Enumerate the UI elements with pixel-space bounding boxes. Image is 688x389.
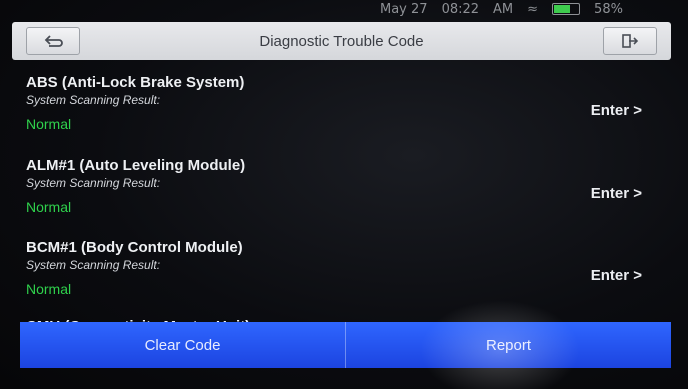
status-date: May 27 [380, 1, 428, 17]
system-item-alm1[interactable]: ALM#1 (Auto Leveling Module) System Scan… [26, 157, 646, 215]
page-title: Diagnostic Trouble Code [259, 32, 424, 50]
device-screen: May 27 08:22 AM ≈ 58% Diagnostic Trouble… [0, 0, 688, 389]
wifi-icon: ≈ [527, 1, 539, 17]
back-arrow-icon [44, 35, 63, 47]
enter-button[interactable]: Enter > [591, 185, 642, 202]
enter-button[interactable]: Enter > [591, 267, 642, 284]
system-name: ABS (Anti-Lock Brake System) [26, 74, 245, 91]
system-name: ALM#1 (Auto Leveling Module) [26, 157, 246, 174]
scan-result-label: System Scanning Result: [26, 93, 161, 107]
scan-result-status: Normal [26, 199, 72, 215]
scan-result-label: System Scanning Result: [26, 176, 161, 190]
exit-icon [622, 34, 639, 48]
scan-result-status: Normal [26, 116, 72, 132]
title-bar: Diagnostic Trouble Code [12, 22, 671, 60]
enter-button[interactable]: Enter > [591, 102, 642, 119]
back-button[interactable] [26, 27, 80, 55]
status-ampm: AM [493, 1, 514, 17]
battery-icon [552, 3, 581, 15]
system-item-abs[interactable]: ABS (Anti-Lock Brake System) System Scan… [26, 74, 646, 132]
system-list: ABS (Anti-Lock Brake System) System Scan… [0, 62, 688, 330]
status-bar: May 27 08:22 AM ≈ 58% [380, 0, 668, 18]
report-button[interactable]: Report [346, 322, 671, 368]
scan-result-label: System Scanning Result: [26, 258, 161, 272]
status-time: 08:22 [441, 1, 480, 17]
clear-code-button[interactable]: Clear Code [20, 322, 345, 368]
scan-result-status: Normal [26, 281, 72, 297]
system-name: BCM#1 (Body Control Module) [26, 239, 243, 256]
action-bar: Clear Code Report [20, 322, 671, 368]
status-battery: 58% [594, 1, 623, 17]
exit-button[interactable] [603, 27, 657, 55]
system-item-bcm1[interactable]: BCM#1 (Body Control Module) System Scann… [26, 239, 646, 297]
